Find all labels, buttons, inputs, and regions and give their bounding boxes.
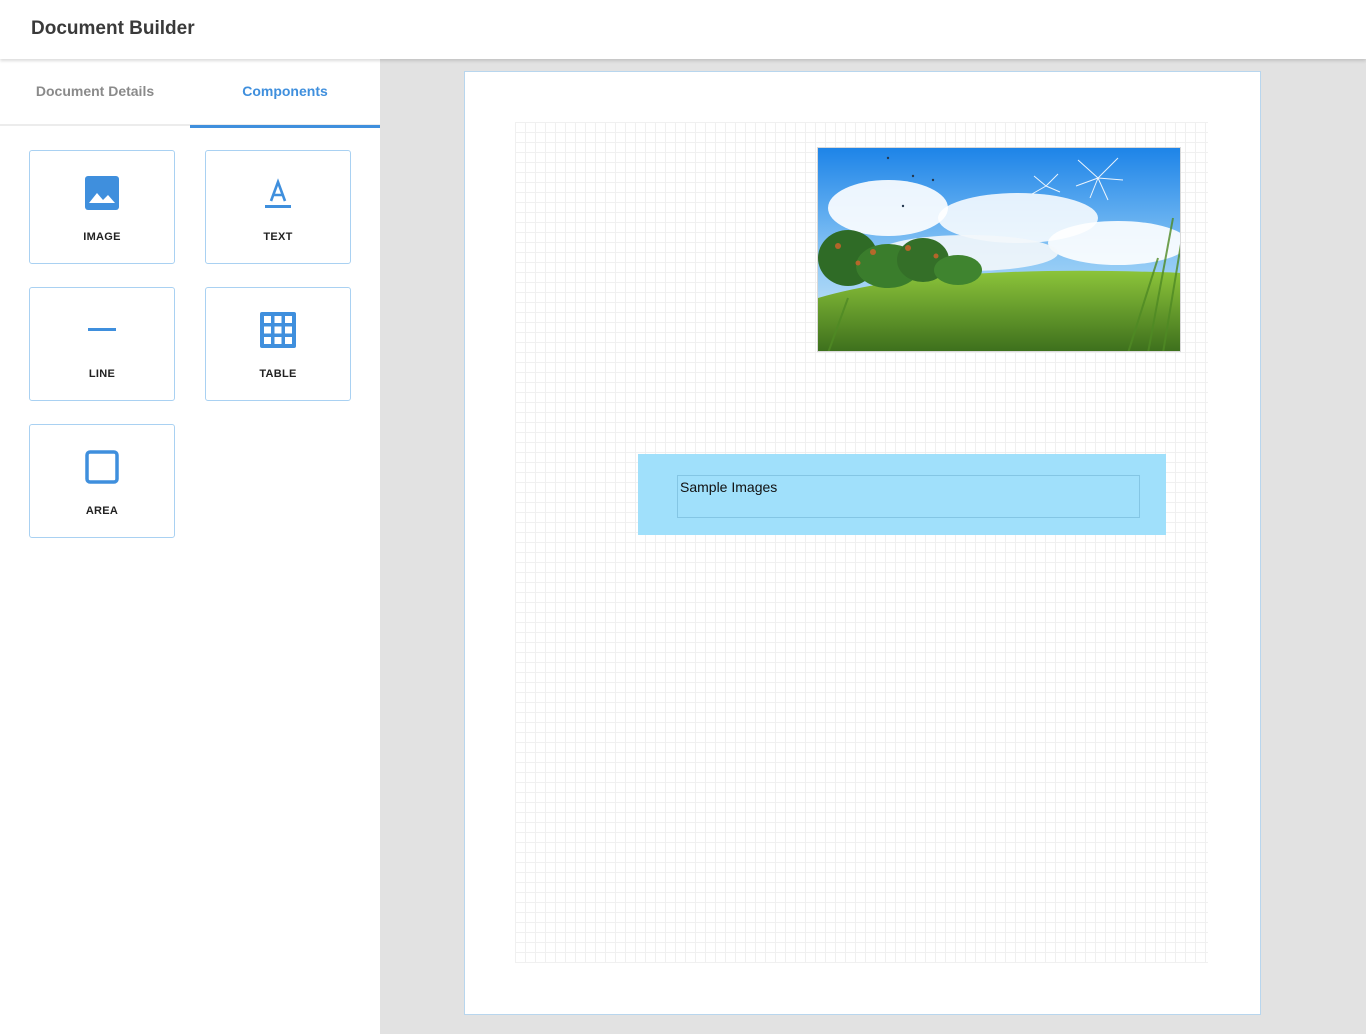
landscape-image (818, 148, 1180, 351)
component-table-button[interactable]: TABLE (205, 287, 351, 401)
component-label: TABLE (259, 368, 297, 380)
component-image-button[interactable]: IMAGE (29, 150, 175, 264)
app-header: Document Builder (0, 0, 1366, 59)
tab-label: Components (242, 82, 328, 99)
sidebar: Document Details Components IMAGE TEXT L… (0, 59, 380, 1034)
tab-components[interactable]: Components (190, 59, 380, 128)
table-grid-icon (258, 310, 298, 350)
tab-document-details[interactable]: Document Details (0, 59, 190, 126)
line-icon (82, 310, 122, 350)
component-line-button[interactable]: LINE (29, 287, 175, 401)
tab-label: Document Details (35, 82, 155, 99)
area-square-icon (82, 447, 122, 487)
component-label: LINE (88, 368, 116, 380)
component-label: TEXT (263, 231, 293, 243)
component-text-button[interactable]: TEXT (205, 150, 351, 264)
component-area-button[interactable]: AREA (29, 424, 175, 538)
canvas-text-field[interactable]: Sample Images (677, 475, 1140, 518)
canvas-image-component[interactable] (817, 147, 1181, 352)
text-format-icon (258, 173, 298, 213)
sidebar-tabs: Document Details Components (0, 59, 380, 128)
canvas-text-area-component[interactable]: Sample Images (638, 454, 1166, 535)
component-label: IMAGE (83, 231, 121, 243)
component-label: AREA (85, 505, 119, 517)
app-title: Document Builder (31, 18, 195, 39)
document-page: Sample Images (464, 71, 1261, 1015)
image-icon (82, 173, 122, 213)
